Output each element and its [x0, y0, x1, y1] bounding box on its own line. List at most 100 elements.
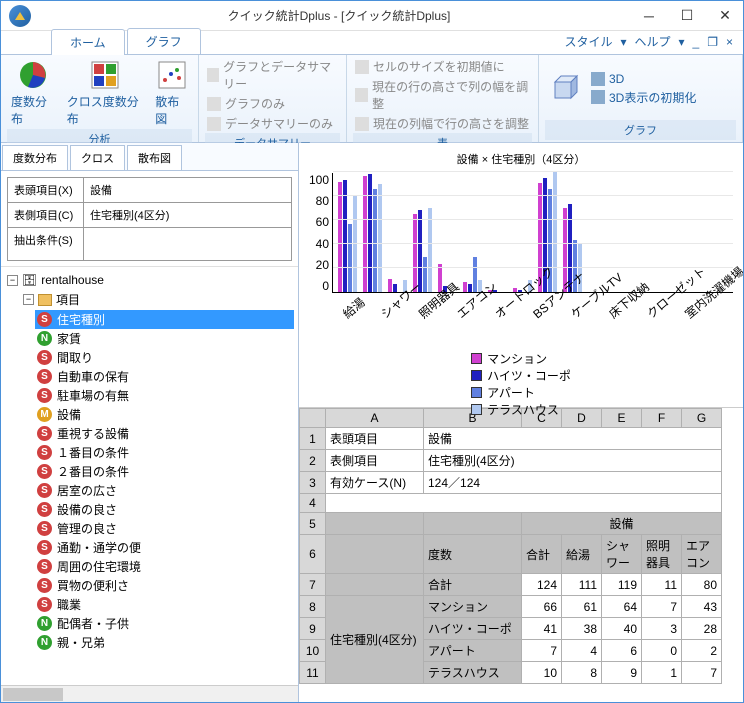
tree-item-label: 通勤・通学の便 [57, 539, 141, 556]
left-panel: 度数分布 クロス 散布図 表頭項目(X)設備 表側項目(C)住宅種別(4区分) … [1, 143, 299, 702]
chart-area: 設備 × 住宅種別（4区分） 100806040200 給湯シャワー照明器具エア… [299, 143, 743, 408]
bar [423, 257, 427, 292]
table-adjust-width[interactable]: 現在の行の高さで列の幅を調整 [353, 77, 532, 113]
cross-button[interactable]: クロス度数分布 [63, 57, 148, 129]
tree-item-label: 居室の広さ [57, 482, 117, 499]
cond-value[interactable] [84, 228, 291, 260]
tab-graph[interactable]: グラフ [127, 28, 201, 54]
type-icon: N [37, 616, 52, 631]
tree-item[interactable]: S 自動車の保有 [35, 367, 294, 386]
x-axis-labels: 給湯シャワー照明器具エアコンオートロックBSアンテナケーブルTV床下収納クローゼ… [339, 303, 733, 326]
tree-item[interactable]: S２番目の条件 [35, 462, 294, 481]
freq-button[interactable]: 度数分布 [7, 57, 59, 129]
type-icon: S [37, 445, 52, 460]
tree-item[interactable]: S 駐車場の有無 [35, 386, 294, 405]
bar [463, 282, 467, 292]
tree-item[interactable]: S居室の広さ [35, 481, 294, 500]
bar [378, 184, 382, 292]
tree-item[interactable]: N 配偶者・子供 [35, 614, 294, 633]
window-title: クイック統計Dplus - [クイック統計Dplus] [39, 7, 639, 24]
cond-label: 抽出条件(S) [8, 228, 84, 260]
type-icon: S [37, 312, 52, 327]
y-axis: 100806040200 [309, 173, 332, 293]
freq-label: 度数分布 [11, 93, 55, 127]
mdi-close-icon[interactable]: × [726, 35, 733, 49]
threed-toggle[interactable] [545, 70, 585, 108]
bar [393, 284, 397, 292]
summary-graph-only[interactable]: グラフのみ [205, 94, 340, 113]
horizontal-scrollbar[interactable] [1, 685, 298, 702]
bar [468, 284, 472, 292]
side-item-value[interactable]: 住宅種別(4区分) [84, 203, 291, 227]
bar [428, 208, 432, 292]
tab-home[interactable]: ホーム [51, 29, 125, 55]
bar [353, 196, 357, 292]
tree-item[interactable]: S 管理の良さ [35, 519, 294, 538]
data-grid[interactable]: ABCDEFG1表頭項目設備2表側項目住宅種別(4区分)3有効ケース(N)124… [299, 408, 743, 702]
tree-root-label[interactable]: rentalhouse [41, 273, 104, 287]
type-icon: S [37, 350, 52, 365]
scatter-label: 散布図 [155, 93, 188, 127]
tree-item[interactable]: S住宅種別 [35, 310, 294, 329]
tree-item[interactable]: N親・兄弟 [35, 633, 294, 652]
subtab-scatter[interactable]: 散布図 [127, 145, 182, 170]
table-adjust-height[interactable]: 現在の列幅で行の高さを調整 [353, 114, 532, 133]
tree-item-label: 管理の良さ [57, 520, 117, 537]
close-button[interactable]: ✕ [715, 6, 735, 26]
scatter-button[interactable]: 散布図 [151, 57, 192, 129]
group-graph-label: グラフ [545, 120, 736, 140]
summary-data-only[interactable]: データサマリーのみ [205, 114, 340, 133]
tree-item-label: 自動車の保有 [57, 368, 129, 385]
tree-item[interactable]: S職業 [35, 595, 294, 614]
head-item-value[interactable]: 設備 [84, 178, 291, 202]
type-icon: S [37, 388, 52, 403]
type-icon: S [37, 464, 52, 479]
bar [368, 174, 372, 292]
bar [473, 257, 477, 292]
tree-item[interactable]: S重視する設備 [35, 424, 294, 443]
tree-item[interactable]: S周囲の住宅環境 [35, 557, 294, 576]
minimize-button[interactable]: ─ [639, 6, 659, 26]
tree-item[interactable]: S設備の良さ [35, 500, 294, 519]
tree-item[interactable]: N家賃 [35, 329, 294, 348]
type-icon: N [37, 331, 52, 346]
bar [388, 279, 392, 292]
subtab-freq[interactable]: 度数分布 [2, 145, 68, 170]
type-icon: S [37, 369, 52, 384]
bar [363, 176, 367, 292]
bar [373, 189, 377, 292]
help-menu[interactable]: ヘルプ [634, 33, 670, 50]
tree-item-label: 設備 [57, 406, 81, 423]
type-icon: S [37, 521, 52, 536]
tree-item-label: 親・兄弟 [57, 634, 105, 651]
tree-item-label: 重視する設備 [57, 425, 129, 442]
threed-reset[interactable]: 3D表示の初期化 [589, 88, 698, 107]
table-reset-size[interactable]: セルのサイズを初期値に [353, 57, 532, 76]
type-icon: S [37, 597, 52, 612]
style-menu[interactable]: スタイル [564, 33, 612, 50]
type-icon: S [37, 540, 52, 555]
title-bar: クイック統計Dplus - [クイック統計Dplus] ─ ☐ ✕ [1, 1, 743, 31]
tree-item[interactable]: S間取り [35, 348, 294, 367]
app-icon [9, 5, 31, 27]
tree-collapse-icon[interactable]: − [23, 294, 34, 305]
mdi-restore-icon[interactable]: ❐ [707, 35, 718, 49]
subtab-cross[interactable]: クロス [70, 145, 125, 170]
tree-item-label: 配偶者・子供 [57, 615, 129, 632]
mdi-minimize-icon[interactable]: _ [693, 35, 700, 49]
tree-item-label: 買物の便利さ [57, 577, 129, 594]
summary-graph-data[interactable]: グラフとデータサマリー [205, 57, 340, 93]
threed-label[interactable]: 3D [589, 71, 698, 87]
chart-legend: マンションハイツ・コーポアパートテラスハウス [471, 350, 571, 418]
tree-item-label: 駐車場の有無 [57, 387, 129, 404]
tree-folder-label[interactable]: 項目 [56, 291, 80, 308]
tree-item[interactable]: S 通勤・通学の便 [35, 538, 294, 557]
maximize-button[interactable]: ☐ [677, 6, 697, 26]
tree-item[interactable]: S１番目の条件 [35, 443, 294, 462]
tree-item[interactable]: S買物の便利さ [35, 576, 294, 595]
tree-item[interactable]: M設備 [35, 405, 294, 424]
folder-icon [38, 294, 52, 306]
tree-collapse-icon[interactable]: − [7, 275, 18, 286]
tree-view[interactable]: −🗄rentalhouse −項目 S住宅種別N家賃S間取りS自動車の保有S駐車… [1, 267, 298, 685]
head-item-label: 表頭項目(X) [8, 178, 84, 202]
